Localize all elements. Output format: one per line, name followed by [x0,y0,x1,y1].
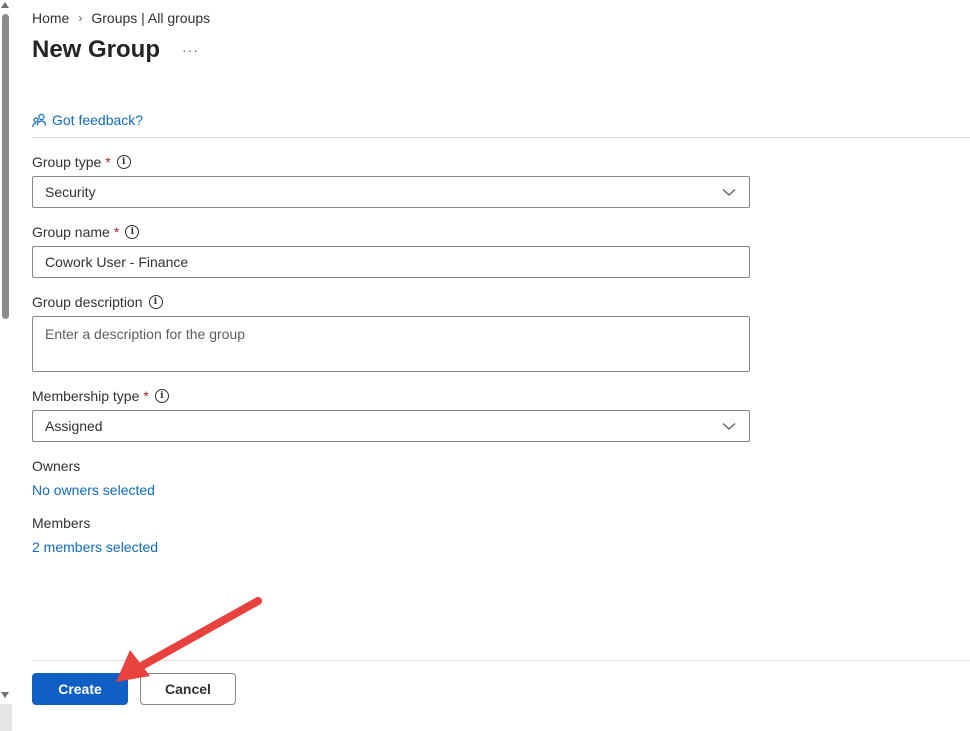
membership-type-value: Assigned [45,418,103,434]
group-description-textarea[interactable]: Enter a description for the group [32,316,750,372]
more-options-button[interactable]: ··· [182,42,199,58]
got-feedback-label: Got feedback? [52,112,144,128]
create-button[interactable]: Create [32,673,128,705]
group-name-value: Cowork User - Finance [45,254,189,270]
breadcrumb-home[interactable]: Home [32,10,69,26]
group-type-label-text: Group type [32,154,102,170]
page-title: New Group [32,36,161,63]
owners-link[interactable]: No owners selected [32,482,155,498]
header-divider [32,137,970,138]
cancel-button[interactable]: Cancel [140,673,236,705]
breadcrumb: Home › Groups | All groups [32,10,210,26]
owners-label: Owners [32,458,81,474]
info-icon[interactable]: i [125,225,140,239]
got-feedback-link[interactable]: Got feedback? [32,112,143,128]
required-asterisk: * [113,224,120,240]
scroll-down-icon[interactable] [1,692,9,698]
info-icon[interactable]: i [154,389,169,403]
breadcrumb-groups[interactable]: Groups | All groups [91,10,210,26]
required-asterisk: * [143,388,149,404]
membership-type-label: Membership type * i [32,388,169,404]
info-icon[interactable]: i [116,155,131,169]
group-type-dropdown[interactable]: Security [32,176,750,208]
breadcrumb-separator: › [78,11,83,25]
feedback-people-icon [32,113,47,127]
footer-divider [32,660,970,661]
group-type-value: Security [45,184,96,200]
info-icon[interactable]: i [148,295,163,309]
membership-type-dropdown[interactable]: Assigned [32,410,750,442]
required-asterisk: * [105,154,111,170]
scroll-up-icon[interactable] [1,2,9,8]
membership-type-label-text: Membership type [32,388,140,404]
group-description-placeholder: Enter a description for the group [45,326,246,342]
group-type-label: Group type * i [32,154,131,170]
group-description-label-text: Group description [32,294,143,310]
scroll-thumb[interactable] [2,14,9,319]
scrollbar-corner [0,704,12,731]
vertical-scrollbar[interactable] [0,0,12,731]
group-name-input[interactable]: Cowork User - Finance [32,246,750,278]
chevron-down-icon [722,423,736,430]
members-label: Members [32,515,91,531]
group-name-label: Group name * i [32,224,140,240]
group-description-label: Group description i [32,294,163,310]
group-name-label-text: Group name [32,224,110,240]
chevron-down-icon [722,189,736,196]
members-link[interactable]: 2 members selected [32,539,158,555]
